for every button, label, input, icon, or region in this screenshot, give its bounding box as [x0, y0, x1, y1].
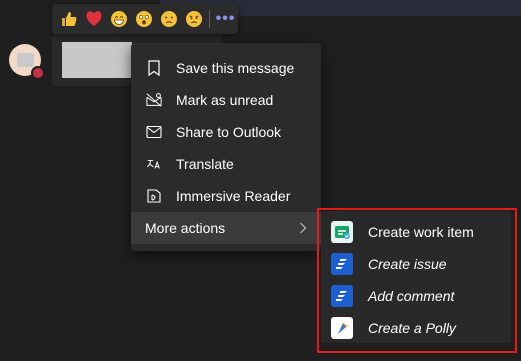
message-context-menu: Save this message Mark as unread Share t… — [131, 43, 321, 251]
reaction-divider — [209, 10, 211, 28]
bookmark-icon — [146, 60, 162, 76]
menu-item-more-actions[interactable]: More actions — [131, 212, 321, 244]
surprised-face-icon — [136, 11, 152, 27]
sad-reaction-button[interactable] — [156, 6, 181, 32]
menu-item-label: Save this message — [176, 60, 295, 76]
chevron-right-icon — [300, 222, 307, 234]
surprised-reaction-button[interactable] — [132, 6, 157, 32]
menu-item-label: Translate — [176, 156, 234, 172]
translate-icon — [146, 156, 162, 172]
menu-item-label: Share to Outlook — [176, 124, 282, 140]
menu-item-immersive-reader[interactable]: Immersive Reader — [131, 180, 321, 212]
like-reaction-button[interactable] — [57, 6, 82, 32]
laughing-face-icon — [111, 11, 128, 27]
laugh-reaction-button[interactable] — [107, 6, 132, 32]
avatar[interactable] — [9, 44, 45, 80]
menu-item-save-message[interactable]: Save this message — [131, 52, 321, 84]
menu-item-mark-unread[interactable]: Mark as unread — [131, 84, 321, 116]
menu-item-translate[interactable]: Translate — [131, 148, 321, 180]
highlight-outline — [317, 208, 517, 353]
menu-item-label: Immersive Reader — [176, 188, 291, 204]
mail-icon — [146, 124, 162, 140]
unread-icon — [146, 92, 162, 108]
heart-reaction-button[interactable] — [82, 6, 107, 32]
sad-face-icon — [160, 11, 177, 27]
avatar-image — [17, 53, 34, 67]
menu-item-label: More actions — [145, 220, 226, 236]
heart-icon — [86, 11, 102, 26]
redacted-message-content — [62, 42, 132, 78]
menu-item-label: Mark as unread — [176, 92, 274, 108]
immersive-reader-icon — [146, 188, 162, 204]
status-busy-indicator — [31, 66, 45, 80]
angry-face-icon — [185, 11, 202, 27]
reaction-bar: ••• — [52, 4, 238, 34]
angry-reaction-button[interactable] — [181, 6, 206, 32]
more-options-button[interactable]: ••• — [213, 6, 238, 32]
menu-item-share-outlook[interactable]: Share to Outlook — [131, 116, 321, 148]
thumbs-up-icon — [62, 12, 77, 26]
